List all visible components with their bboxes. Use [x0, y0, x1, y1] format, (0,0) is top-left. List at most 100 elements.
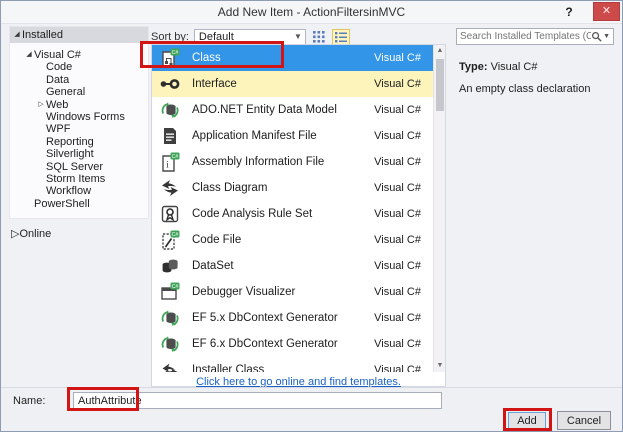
template-type: Visual C#	[374, 338, 421, 350]
search-chevron-down-icon[interactable]: ▼	[602, 33, 613, 40]
template-type: Visual C#	[374, 78, 421, 90]
template-row-installer-class[interactable]: Installer ClassVisual C#	[152, 357, 445, 372]
cancel-button[interactable]: Cancel	[557, 411, 611, 430]
template-row-assembly-information-file[interactable]: iC#Assembly Information FileVisual C#	[152, 149, 445, 175]
sidebar-item-online[interactable]: ▷Online	[9, 227, 149, 241]
template-row-ado-net-entity-data-model[interactable]: ADO.NET Entity Data ModelVisual C#	[152, 97, 445, 123]
sidebar-item-label: Workflow	[46, 185, 91, 197]
sidebar-item-windows-forms[interactable]: Windows Forms	[10, 111, 148, 123]
sidebar-item-wpf[interactable]: WPF	[10, 123, 148, 135]
template-type: Visual C#	[374, 52, 421, 64]
template-row-ef-6-x-dbcontext-generator[interactable]: EF 6.x DbContext GeneratorVisual C#	[152, 331, 445, 357]
template-type: Visual C#	[374, 208, 421, 220]
template-row-class-diagram[interactable]: Class DiagramVisual C#	[152, 175, 445, 201]
sidebar-item-label: Visual C#	[34, 49, 81, 61]
template-name: Code File	[192, 234, 374, 246]
search-input[interactable]	[457, 31, 591, 42]
dialog-title: Add New Item - ActionFiltersinMVC	[1, 1, 622, 23]
search-box: ▼	[456, 28, 614, 45]
sidebar-item-label: Data	[46, 74, 69, 86]
sidebar-item-label: Code	[46, 61, 72, 73]
title-bar: Add New Item - ActionFiltersinMVC ? ✕	[1, 1, 622, 24]
assemblyinfo-icon: iC#	[160, 152, 180, 172]
svg-text:C#: C#	[172, 154, 179, 160]
template-row-ef-5-x-dbcontext-generator[interactable]: EF 5.x DbContext GeneratorVisual C#	[152, 305, 445, 331]
sidebar-item-web[interactable]: ▷Web	[10, 99, 148, 111]
help-button[interactable]: ?	[558, 1, 580, 23]
sidebar-item-label: Windows Forms	[46, 111, 125, 123]
sidebar-item-label: Storm Items	[46, 173, 105, 185]
template-row-debugger-visualizer[interactable]: C#Debugger VisualizerVisual C#	[152, 279, 445, 305]
template-type: Visual C#	[374, 130, 421, 142]
add-button[interactable]: Add	[508, 412, 546, 429]
template-name: EF 6.x DbContext Generator	[192, 338, 374, 350]
ruleset-icon	[160, 204, 180, 224]
template-row-class[interactable]: C# ClassVisual C#	[152, 45, 445, 71]
installed-templates-tree-panel: ◢Installed◢Visual C#CodeDataGeneral▷WebW…	[9, 26, 149, 385]
type-value: Visual C#	[491, 61, 538, 73]
type-label: Type:	[459, 61, 488, 73]
sidebar-item-visual-c-[interactable]: ◢Visual C#	[10, 49, 148, 61]
template-row-interface[interactable]: InterfaceVisual C#	[152, 71, 445, 97]
sidebar-item-storm-items[interactable]: Storm Items	[10, 173, 148, 185]
template-details-panel: Type: Visual C# An empty class declarati…	[459, 61, 617, 96]
sidebar-item-silverlight[interactable]: Silverlight	[10, 148, 148, 160]
template-type: Visual C#	[374, 312, 421, 324]
template-name: Installer Class	[192, 364, 374, 372]
sidebar-item-workflow[interactable]: Workflow	[10, 185, 148, 197]
scroll-thumb[interactable]	[436, 59, 444, 111]
classdiagram-icon	[160, 178, 180, 198]
sort-dropdown-value: Default	[199, 31, 234, 43]
template-name: Assembly Information File	[192, 156, 374, 168]
template-list: C#ClassVisual C#InterfaceVisual C#ADO.NE…	[152, 45, 445, 372]
template-row-code-analysis-rule-set[interactable]: Code Analysis Rule SetVisual C#	[152, 201, 445, 227]
close-button[interactable]: ✕	[593, 2, 620, 21]
footer-bar: Name: Add Cancel	[1, 387, 622, 431]
view-small-icons-button[interactable]	[332, 29, 350, 45]
close-icon: ✕	[602, 5, 611, 17]
view-medium-icons-button[interactable]	[310, 29, 328, 45]
expanded-arrow-icon[interactable]: ◢	[12, 27, 22, 43]
template-type: Visual C#	[374, 286, 421, 298]
dbmodel-icon	[160, 334, 180, 354]
sidebar-item-data[interactable]: Data	[10, 74, 148, 86]
sidebar-item-code[interactable]: Code	[10, 61, 148, 73]
sidebar-item-powershell[interactable]: PowerShell	[10, 198, 148, 210]
template-row-application-manifest-file[interactable]: Application Manifest FileVisual C#	[152, 123, 445, 149]
template-type: Visual C#	[374, 104, 421, 116]
template-type: Visual C#	[374, 234, 421, 246]
template-name: Application Manifest File	[192, 130, 374, 142]
sort-by-label: Sort by:	[151, 31, 189, 43]
chevron-down-icon: ▼	[294, 32, 305, 41]
template-type: Visual C#	[374, 182, 421, 194]
template-name: Code Analysis Rule Set	[192, 208, 374, 220]
sidebar-item-general[interactable]: General	[10, 86, 148, 98]
template-name: Class	[192, 52, 374, 64]
sidebar-item-label: PowerShell	[34, 198, 90, 210]
sidebar-item-reporting[interactable]: Reporting	[10, 136, 148, 148]
installer-icon	[160, 360, 180, 372]
list-icon	[335, 31, 347, 43]
sidebar-item-label: Online	[19, 228, 51, 240]
sidebar-item-label: Silverlight	[46, 148, 94, 160]
template-name: EF 5.x DbContext Generator	[192, 312, 374, 324]
sort-dropdown[interactable]: Default ▼	[194, 29, 306, 45]
sidebar-item-label: Reporting	[46, 136, 94, 148]
name-input[interactable]	[73, 392, 442, 409]
add-new-item-dialog: Add New Item - ActionFiltersinMVC ? ✕ ◢I…	[0, 0, 623, 432]
expanded-arrow-icon[interactable]: ◢	[24, 49, 34, 61]
dataset-icon	[160, 256, 180, 276]
scroll-down-button[interactable]: ▼	[434, 360, 445, 372]
online-link-row: Click here to go online and find templat…	[152, 372, 445, 386]
class-icon: C#	[160, 48, 180, 68]
template-name: Class Diagram	[192, 182, 374, 194]
sidebar-item-sql-server[interactable]: SQL Server	[10, 161, 148, 173]
template-row-code-file[interactable]: C#Code FileVisual C#	[152, 227, 445, 253]
template-name: Debugger Visualizer	[192, 286, 374, 298]
template-row-dataset[interactable]: DataSetVisual C#	[152, 253, 445, 279]
scroll-up-button[interactable]: ▲	[434, 45, 445, 57]
collapsed-arrow-icon[interactable]: ▷	[36, 99, 46, 111]
search-icon[interactable]	[591, 31, 602, 42]
list-scrollbar[interactable]: ▲ ▼	[433, 45, 445, 372]
sidebar-item-installed[interactable]: ◢Installed	[10, 27, 148, 43]
